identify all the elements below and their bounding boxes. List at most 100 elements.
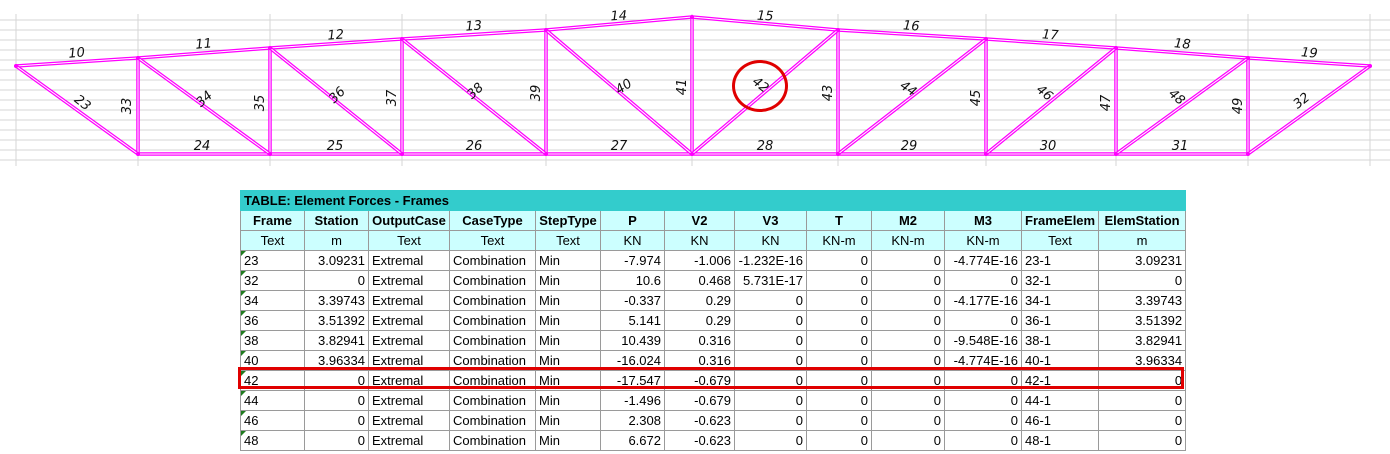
cell-outputcase[interactable]: Extremal	[368, 350, 450, 371]
cell-frame[interactable]: 38	[240, 330, 305, 351]
cell-frameelem[interactable]: 46-1	[1021, 410, 1099, 431]
cell-v2[interactable]: 0.29	[664, 310, 735, 331]
cell-t[interactable]: 0	[806, 310, 872, 331]
column-header-v3[interactable]: V3	[734, 210, 807, 231]
cell-elemstation[interactable]: 0	[1097, 370, 1187, 391]
cell-v3[interactable]: 0	[734, 390, 807, 411]
cell-steptype[interactable]: Min	[535, 430, 601, 451]
cell-steptype[interactable]: Min	[535, 270, 601, 291]
cell-steptype[interactable]: Min	[535, 350, 601, 371]
cell-m3[interactable]: 0	[944, 430, 1022, 451]
cell-v3[interactable]: 0	[734, 430, 807, 451]
column-header-m2[interactable]: M2	[871, 210, 945, 231]
cell-casetype[interactable]: Combination	[449, 290, 536, 311]
cell-outputcase[interactable]: Extremal	[368, 330, 450, 351]
cell-frame[interactable]: 48	[240, 430, 305, 451]
cell-elemstation[interactable]: 3.09231	[1097, 250, 1187, 271]
cell-outputcase[interactable]: Extremal	[368, 250, 450, 271]
cell-t[interactable]: 0	[806, 350, 872, 371]
cell-frame[interactable]: 36	[240, 310, 305, 331]
cell-casetype[interactable]: Combination	[449, 270, 536, 291]
cell-m3[interactable]: 0	[944, 270, 1022, 291]
cell-t[interactable]: 0	[806, 430, 872, 451]
cell-frameelem[interactable]: 32-1	[1021, 270, 1099, 291]
cell-elemstation[interactable]: 0	[1097, 270, 1187, 291]
cell-frameelem[interactable]: 44-1	[1021, 390, 1099, 411]
cell-steptype[interactable]: Min	[535, 250, 601, 271]
cell-v3[interactable]: 5.731E-17	[734, 270, 807, 291]
cell-casetype[interactable]: Combination	[449, 390, 536, 411]
table-row[interactable]: 48 0 Extremal Combination Min 6.672 -0.623 0 0 0 0…	[240, 430, 1187, 451]
cell-casetype[interactable]: Combination	[449, 350, 536, 371]
cell-p[interactable]: -16.024	[600, 350, 665, 371]
cell-v2[interactable]: -0.679	[664, 390, 735, 411]
cell-elemstation[interactable]: 3.51392	[1097, 310, 1187, 331]
column-header-m3[interactable]: M3	[944, 210, 1022, 231]
cell-v2[interactable]: -1.006	[664, 250, 735, 271]
cell-v2[interactable]: 0.316	[664, 350, 735, 371]
cell-t[interactable]: 0	[806, 370, 872, 391]
cell-v3[interactable]: 0	[734, 290, 807, 311]
cell-t[interactable]: 0	[806, 250, 872, 271]
cell-station[interactable]: 0	[304, 430, 369, 451]
cell-frame[interactable]: 42	[240, 370, 305, 391]
cell-v2[interactable]: 0.316	[664, 330, 735, 351]
cell-steptype[interactable]: Min	[535, 390, 601, 411]
cell-elemstation[interactable]: 3.82941	[1097, 330, 1187, 351]
cell-frameelem[interactable]: 48-1	[1021, 430, 1099, 451]
table-row[interactable]: 34 3.39743 Extremal Combination Min -0.337 0.2…	[240, 290, 1187, 311]
cell-steptype[interactable]: Min	[535, 290, 601, 311]
cell-m2[interactable]: 0	[871, 290, 945, 311]
cell-station[interactable]: 3.82941	[304, 330, 369, 351]
cell-elemstation[interactable]: 0	[1097, 410, 1187, 431]
cell-casetype[interactable]: Combination	[449, 370, 536, 391]
cell-m3[interactable]: 0	[944, 310, 1022, 331]
cell-m3[interactable]: 0	[944, 370, 1022, 391]
cell-station[interactable]: 0	[304, 370, 369, 391]
table-row[interactable]: 46 0 Extremal Combination Min 2.308 -0.623 0 0 0 0…	[240, 410, 1187, 431]
cell-p[interactable]: 10.439	[600, 330, 665, 351]
cell-t[interactable]: 0	[806, 410, 872, 431]
table-row[interactable]: 44 0 Extremal Combination Min -1.496 -0.679 0 0 0…	[240, 390, 1187, 411]
cell-m2[interactable]: 0	[871, 250, 945, 271]
cell-outputcase[interactable]: Extremal	[368, 410, 450, 431]
cell-casetype[interactable]: Combination	[449, 430, 536, 451]
cell-p[interactable]: 2.308	[600, 410, 665, 431]
column-header-steptype[interactable]: StepType	[535, 210, 601, 231]
cell-v3[interactable]: 0	[734, 370, 807, 391]
cell-v3[interactable]: 0	[734, 310, 807, 331]
cell-v3[interactable]: -1.232E-16	[734, 250, 807, 271]
cell-outputcase[interactable]: Extremal	[368, 370, 450, 391]
cell-v2[interactable]: 0.29	[664, 290, 735, 311]
cell-station[interactable]: 0	[304, 270, 369, 291]
table-row[interactable]: 38 3.82941 Extremal Combination Min 10.439 0.3…	[240, 330, 1187, 351]
cell-outputcase[interactable]: Extremal	[368, 290, 450, 311]
cell-m3[interactable]: 0	[944, 410, 1022, 431]
cell-frame[interactable]: 32	[240, 270, 305, 291]
cell-m2[interactable]: 0	[871, 330, 945, 351]
cell-frame[interactable]: 46	[240, 410, 305, 431]
cell-m2[interactable]: 0	[871, 370, 945, 391]
cell-p[interactable]: 5.141	[600, 310, 665, 331]
cell-m2[interactable]: 0	[871, 410, 945, 431]
cell-p[interactable]: -17.547	[600, 370, 665, 391]
cell-v2[interactable]: -0.623	[664, 410, 735, 431]
column-header-frameelem[interactable]: FrameElem	[1021, 210, 1099, 231]
table-row[interactable]: 42 0 Extremal Combination Min -17.547 -0.679 0 0…	[240, 370, 1187, 391]
cell-steptype[interactable]: Min	[535, 410, 601, 431]
column-header-p[interactable]: P	[600, 210, 665, 231]
cell-v2[interactable]: 0.468	[664, 270, 735, 291]
cell-t[interactable]: 0	[806, 390, 872, 411]
cell-t[interactable]: 0	[806, 330, 872, 351]
cell-t[interactable]: 0	[806, 270, 872, 291]
cell-steptype[interactable]: Min	[535, 330, 601, 351]
cell-p[interactable]: -0.337	[600, 290, 665, 311]
column-header-elemstation[interactable]: ElemStation	[1097, 210, 1187, 231]
cell-v2[interactable]: -0.623	[664, 430, 735, 451]
cell-frame[interactable]: 23	[240, 250, 305, 271]
cell-v3[interactable]: 0	[734, 330, 807, 351]
cell-casetype[interactable]: Combination	[449, 310, 536, 331]
table-row[interactable]: 36 3.51392 Extremal Combination Min 5.141 0.29…	[240, 310, 1187, 331]
cell-station[interactable]: 3.39743	[304, 290, 369, 311]
cell-elemstation[interactable]: 3.39743	[1097, 290, 1187, 311]
